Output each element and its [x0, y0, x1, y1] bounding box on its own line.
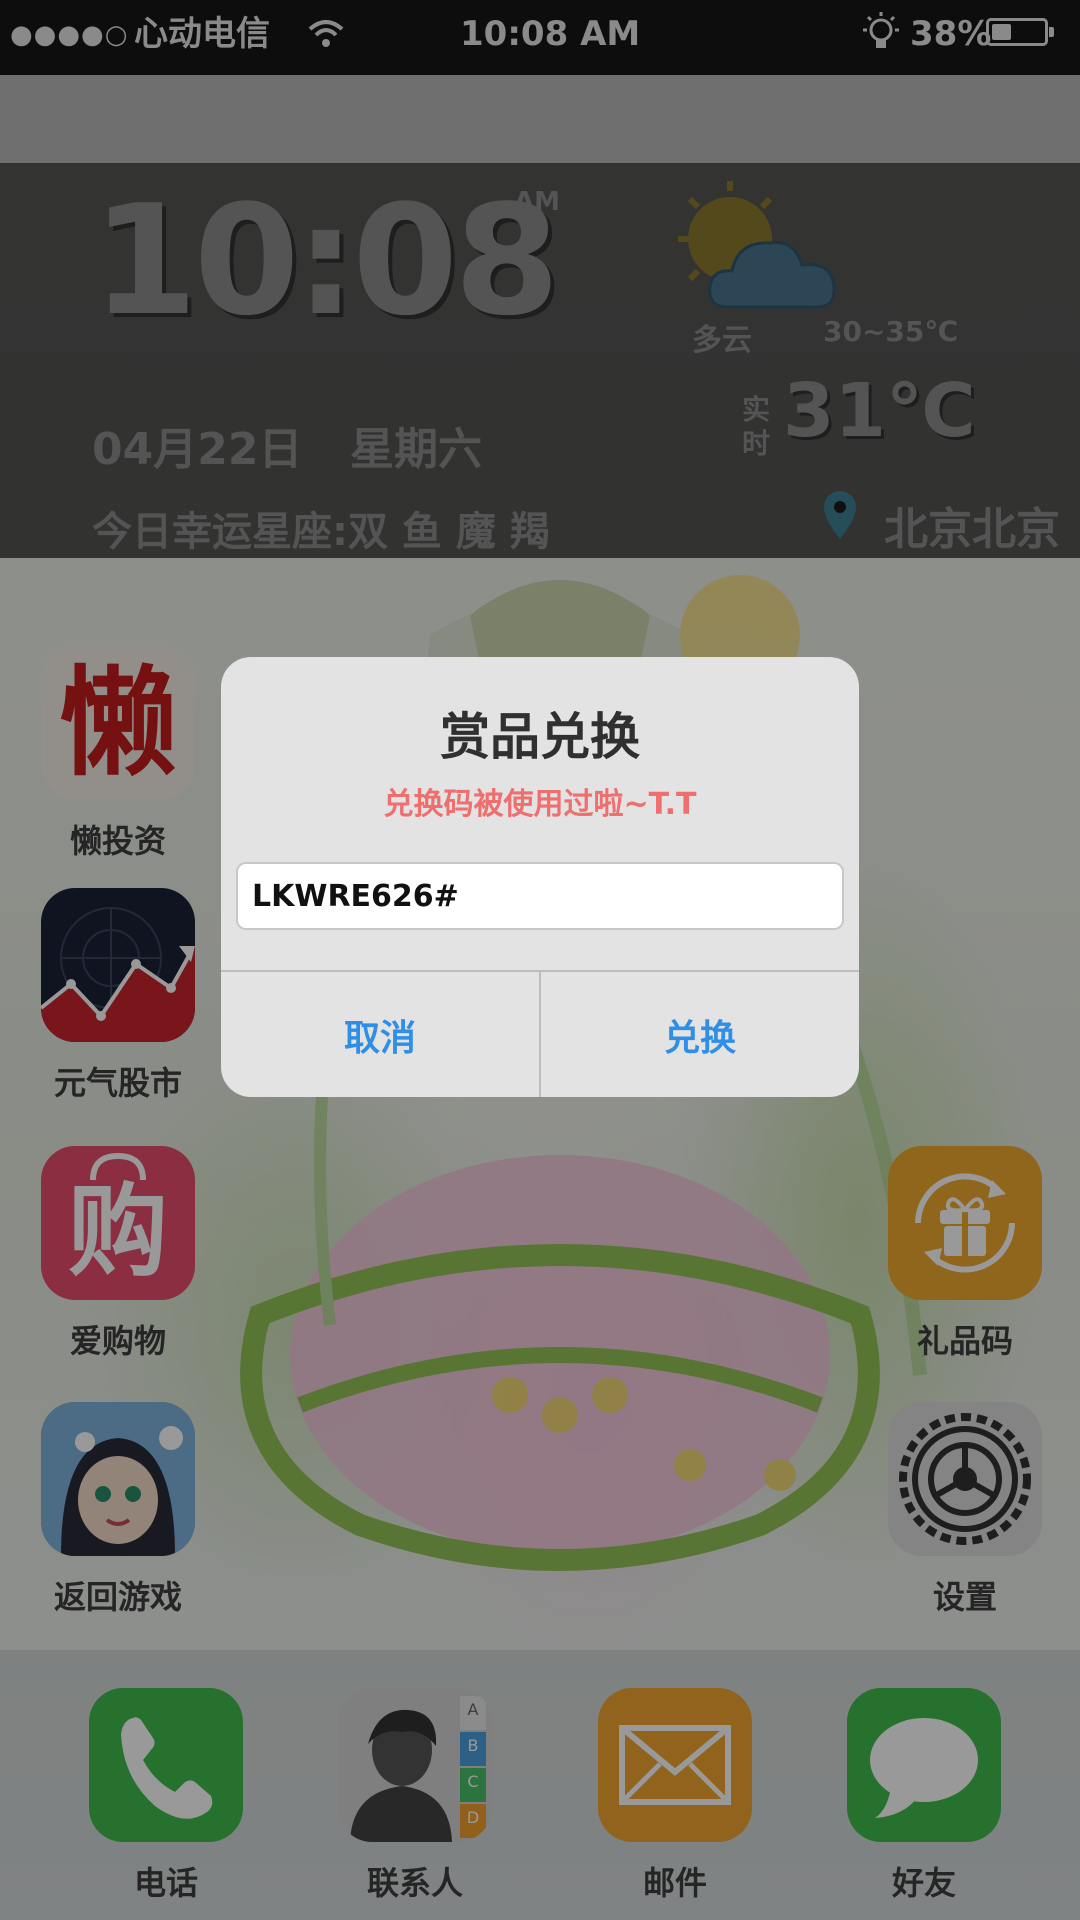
- carrier-name: 心动电信: [134, 14, 270, 54]
- redeem-code-input[interactable]: [236, 862, 844, 930]
- status-time: 10:08 AM: [460, 14, 641, 54]
- bulb-icon: [863, 12, 899, 48]
- dialog-error-message: 兑换码被使用过啦~T.T: [383, 787, 697, 822]
- status-bar: ●●●●○ 心动电信 10:08 AM 38%: [0, 0, 1080, 75]
- redeem-button[interactable]: 兑换: [541, 972, 859, 1097]
- cancel-button[interactable]: 取消: [221, 972, 539, 1097]
- dialog-title: 赏品兑换: [440, 708, 640, 766]
- battery-level-fill: [992, 24, 1011, 40]
- redeem-dialog: 赏品兑换 兑换码被使用过啦~T.T 取消 兑换: [221, 657, 859, 1097]
- battery-icon: [986, 18, 1054, 46]
- signal-strength: ●●●●○: [10, 20, 129, 50]
- battery-percent: 38%: [910, 14, 992, 54]
- home-screen: ●●●●○ 心动电信 10:08 AM 38% 10:08 AM 多云 30~3…: [0, 0, 1080, 1920]
- wifi-icon: [308, 20, 344, 47]
